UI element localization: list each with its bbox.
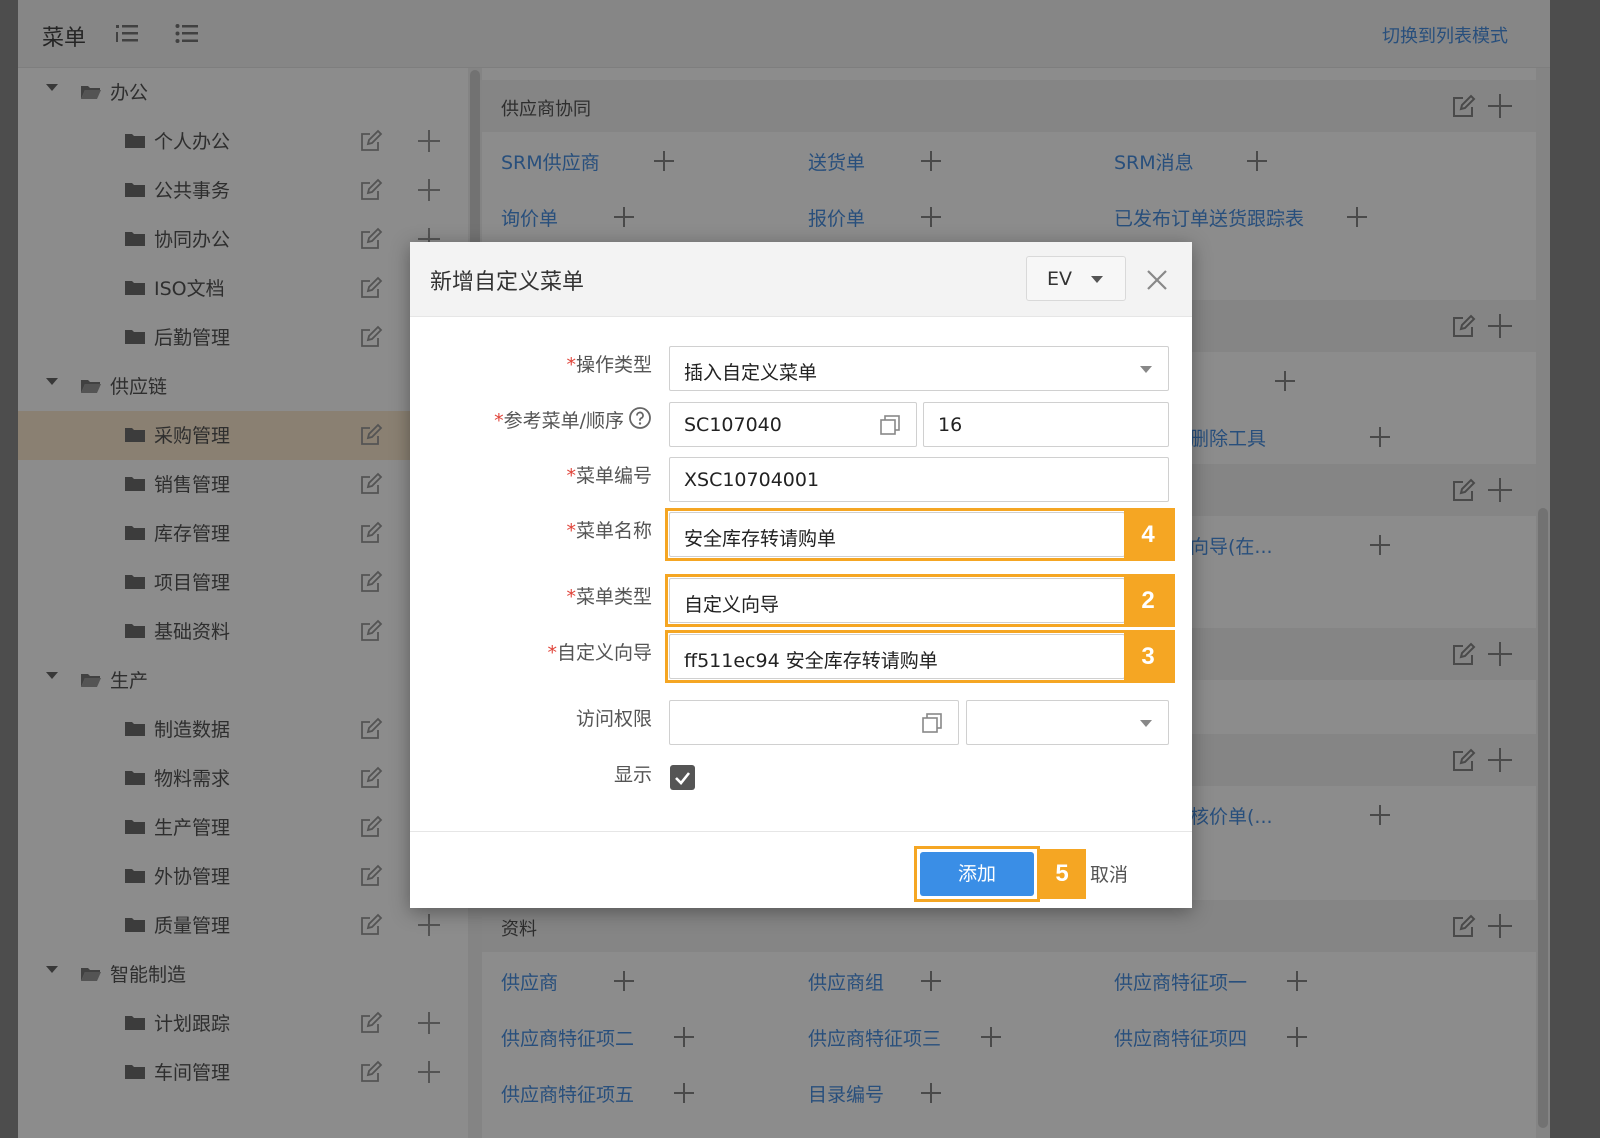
wizard-highlight [665, 630, 1175, 683]
ref-menu-label: *参考菜单/顺序 [494, 406, 652, 433]
callout-badge-3: 3 [1124, 632, 1172, 682]
menu-code-input[interactable]: XSC10704001 [669, 457, 1169, 502]
op-type-value: 插入自定义菜单 [684, 362, 818, 384]
dialog-footer-divider [410, 831, 1192, 832]
new-custom-menu-dialog: 新增自定义菜单 EV *操作类型 插入自定义菜单 *参考菜单/顺序 SC1070… [410, 242, 1192, 908]
dialog-title: 新增自定义菜单 [430, 270, 585, 295]
ref-order-value: 16 [938, 414, 963, 436]
access-label: 访问权限 [575, 708, 652, 730]
language-select[interactable]: EV [1026, 256, 1126, 301]
chevron-down-icon [1091, 276, 1103, 283]
callout-badge-2: 2 [1124, 576, 1172, 626]
access-input[interactable] [669, 700, 959, 745]
lookup-icon[interactable] [920, 711, 944, 735]
cancel-button[interactable]: 取消 [1090, 860, 1128, 887]
add-button[interactable]: 添加 [920, 852, 1034, 896]
chevron-down-icon [1140, 720, 1152, 727]
show-checkbox[interactable] [670, 765, 695, 790]
ref-menu-value: SC107040 [684, 414, 782, 436]
show-label: 显示 [613, 764, 652, 786]
callout-badge-5: 5 [1038, 849, 1086, 899]
menu-name-label: *菜单名称 [566, 520, 652, 542]
op-type-label: *操作类型 [566, 354, 652, 376]
wizard-label: *自定义向导 [547, 642, 652, 664]
close-icon[interactable] [1143, 266, 1171, 294]
menu-type-label: *菜单类型 [566, 586, 652, 608]
menu-name-highlight [665, 508, 1175, 561]
chevron-down-icon [1140, 366, 1152, 373]
ref-menu-input[interactable]: SC107040 [669, 402, 917, 447]
ref-order-input[interactable]: 16 [923, 402, 1169, 447]
menu-code-label: *菜单编号 [566, 465, 652, 487]
lookup-icon[interactable] [878, 413, 902, 437]
menu-code-value: XSC10704001 [684, 469, 820, 491]
menu-type-highlight [665, 574, 1175, 627]
access-level-select[interactable] [966, 700, 1169, 745]
help-icon[interactable] [628, 406, 652, 430]
language-value: EV [1047, 268, 1073, 290]
op-type-select[interactable]: 插入自定义菜单 [669, 346, 1169, 391]
callout-badge-4: 4 [1124, 510, 1172, 560]
dialog-header: 新增自定义菜单 EV [410, 242, 1192, 317]
